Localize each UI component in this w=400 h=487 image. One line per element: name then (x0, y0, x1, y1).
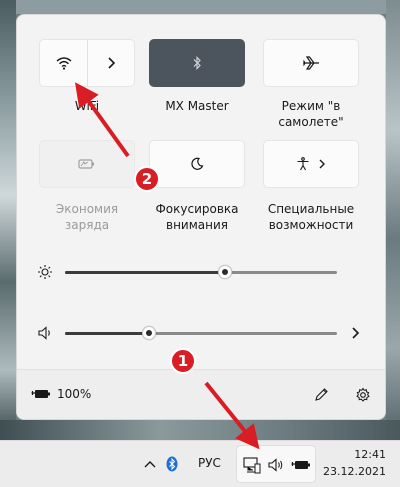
chevron-right-icon (106, 57, 116, 69)
brightness-slider-row (17, 262, 385, 282)
pencil-icon (315, 388, 328, 401)
chevron-right-icon[interactable] (347, 325, 363, 341)
airplane-mode-label: Режим "в самолете" (278, 99, 344, 129)
bluetooth-tray-icon[interactable] (166, 454, 178, 474)
battery-status[interactable]: 100% (31, 387, 91, 401)
quick-settings-footer: 100% (17, 369, 385, 419)
wifi-toggle-button[interactable] (40, 40, 87, 86)
battery-saver-icon (78, 158, 96, 170)
speaker-icon[interactable] (37, 325, 53, 341)
battery-charging-icon (291, 458, 311, 472)
clock-date: 23.12.2021 (323, 465, 386, 478)
clock[interactable]: 12:41 23.12.2021 (323, 446, 386, 480)
clock-time: 12:41 (354, 448, 386, 461)
bluetooth-icon (192, 56, 202, 70)
battery-saver-tile[interactable] (39, 140, 135, 188)
wifi-tile[interactable] (39, 39, 135, 87)
moon-icon (190, 157, 204, 171)
volume-fill (65, 332, 150, 335)
brightness-slider-thumb[interactable] (218, 265, 233, 279)
focus-assist-label: Фокусировка внимания (155, 202, 239, 232)
airplane-icon (302, 56, 320, 70)
brightness-fill (65, 271, 226, 274)
taskbar: РУС 12:41 23.12.2021 (0, 440, 400, 487)
bluetooth-label: MX Master (165, 99, 229, 113)
edit-button[interactable] (311, 385, 331, 405)
volume-slider[interactable] (65, 326, 337, 340)
accessibility-tile[interactable] (263, 140, 359, 188)
quick-settings-tray-button[interactable] (236, 445, 316, 483)
chevron-up-icon (144, 461, 156, 468)
wifi-icon (56, 56, 72, 70)
battery-charging-icon (31, 388, 51, 400)
step-badge-2: 2 (134, 166, 160, 192)
bluetooth-tile[interactable] (149, 39, 245, 87)
volume-slider-thumb[interactable] (142, 326, 157, 340)
accessibility-label: Специальные возможности (267, 202, 355, 232)
airplane-mode-tile[interactable] (263, 39, 359, 87)
settings-button[interactable] (353, 385, 373, 405)
brightness-slider[interactable] (65, 265, 337, 279)
volume-slider-row (17, 323, 385, 343)
wifi-label: WiFi (74, 99, 100, 113)
network-icon (243, 456, 261, 474)
wifi-expand-button[interactable] (87, 40, 134, 86)
language-indicator[interactable]: РУС (198, 456, 221, 476)
quick-settings-body: WiFi MX Master Режим "в самолете" Эконом… (17, 15, 385, 371)
focus-assist-tile[interactable] (149, 140, 245, 188)
step-badge-1: 1 (170, 348, 196, 374)
sun-icon (37, 264, 53, 280)
accessibility-icon (296, 157, 310, 171)
show-hidden-icons-button[interactable] (143, 454, 157, 474)
chevron-right-icon (318, 158, 326, 170)
battery-percent: 100% (57, 387, 92, 401)
quick-settings-panel: WiFi MX Master Режим "в самолете" Эконом… (16, 14, 386, 420)
speaker-icon (267, 457, 285, 473)
gear-icon (356, 387, 370, 402)
battery-saver-label: Экономия заряда (55, 202, 119, 232)
